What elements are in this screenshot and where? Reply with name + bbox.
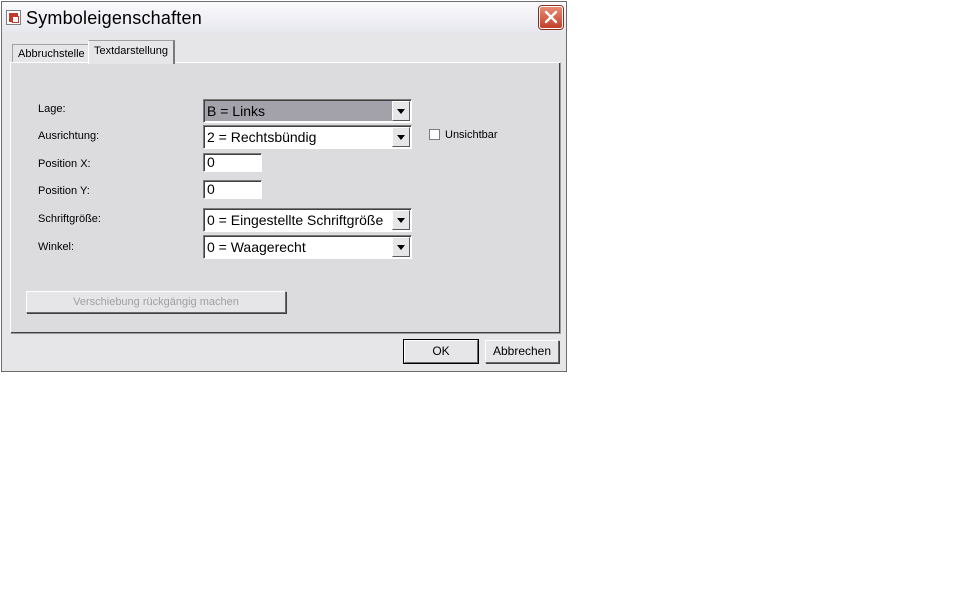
position-x-input[interactable]: 0 (203, 153, 262, 172)
lage-value: B = Links (207, 103, 265, 119)
cancel-button[interactable]: Abbrechen (485, 340, 559, 363)
app-icon (6, 10, 21, 25)
close-button[interactable] (539, 6, 563, 29)
unsichtbar-checkbox[interactable] (429, 129, 440, 140)
winkel-dropdown[interactable]: 0 = Waagerecht (203, 235, 412, 259)
schriftgroesse-label: Schriftgröße: (38, 213, 101, 225)
ausrichtung-label: Ausrichtung: (38, 130, 100, 142)
close-icon (544, 10, 558, 24)
tab-panel: Lage: B = Links Ausrichtung: 2 = Rechtsb… (10, 62, 561, 334)
ausrichtung-value: 2 = Rechtsbündig (207, 129, 317, 145)
unsichtbar-label[interactable]: Unsichtbar (445, 129, 498, 141)
chevron-down-icon[interactable] (392, 127, 410, 147)
position-x-label: Position X: (38, 158, 91, 170)
dialog-window: Symboleigenschaften Abbruchstelle Textda… (1, 1, 567, 372)
ausrichtung-dropdown[interactable]: 2 = Rechtsbündig (203, 125, 412, 149)
tab-abbruchstelle[interactable]: Abbruchstelle (12, 44, 91, 63)
chevron-down-icon[interactable] (392, 237, 410, 257)
window-title: Symboleigenschaften (26, 8, 202, 28)
title-bar[interactable]: Symboleigenschaften (2, 2, 566, 33)
chevron-down-icon[interactable] (392, 101, 410, 121)
winkel-label: Winkel: (38, 241, 75, 253)
winkel-value: 0 = Waagerecht (207, 239, 306, 255)
undo-shift-button[interactable]: Verschiebung rückgängig machen (26, 291, 286, 313)
schriftgroesse-value: 0 = Eingestellte Schriftgröße (207, 212, 384, 228)
lage-dropdown[interactable]: B = Links (203, 99, 412, 123)
ok-button[interactable]: OK (404, 340, 478, 363)
schriftgroesse-dropdown[interactable]: 0 = Eingestellte Schriftgröße (203, 208, 412, 232)
chevron-down-icon[interactable] (392, 210, 410, 230)
position-y-label: Position Y: (38, 185, 90, 197)
position-y-input[interactable]: 0 (203, 180, 262, 199)
lage-label: Lage: (38, 103, 66, 115)
tab-textdarstellung[interactable]: Textdarstellung (88, 40, 175, 64)
